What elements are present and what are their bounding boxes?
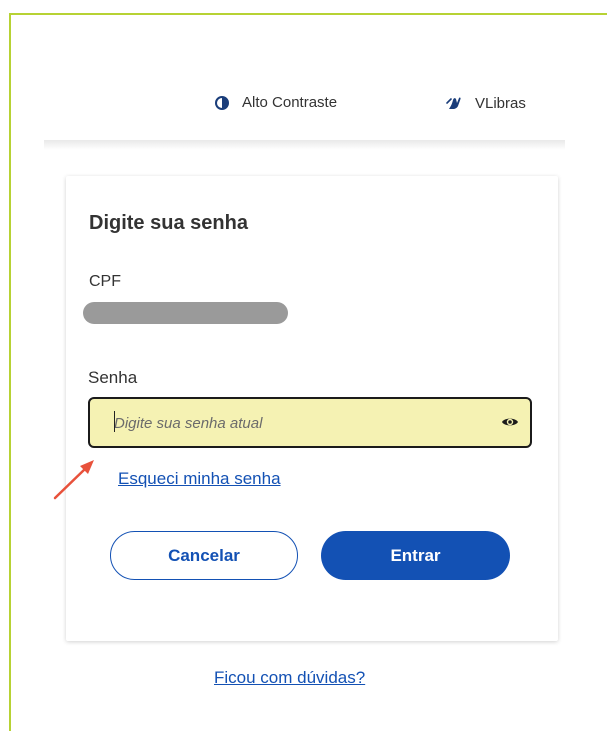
- vlibras-toggle[interactable]: VLibras: [445, 94, 526, 112]
- contrast-icon: [215, 95, 229, 110]
- login-card: Digite sua senha CPF Senha Esqueci minha…: [66, 176, 558, 641]
- cancel-button[interactable]: Cancelar: [110, 531, 298, 580]
- password-field[interactable]: [88, 397, 532, 448]
- password-label: Senha: [88, 368, 138, 387]
- password-input[interactable]: [114, 412, 494, 434]
- text-cursor: [114, 411, 115, 432]
- enter-button[interactable]: Entrar: [321, 531, 510, 580]
- help-link[interactable]: Ficou com dúvidas?: [214, 668, 365, 688]
- page-title: Digite sua senha: [89, 212, 248, 234]
- sign-language-hand-icon: [445, 94, 463, 112]
- high-contrast-toggle[interactable]: Alto Contraste: [215, 94, 337, 111]
- header-divider: [44, 140, 565, 150]
- forgot-password-link[interactable]: Esqueci minha senha: [118, 469, 281, 489]
- eye-icon[interactable]: [501, 415, 519, 429]
- annotation-arrow: [53, 460, 94, 500]
- cpf-value-redacted: [83, 302, 288, 324]
- accessibility-bar: Alto Contraste VLibras: [44, 85, 565, 125]
- vlibras-label: VLibras: [475, 94, 526, 112]
- high-contrast-label: Alto Contraste: [242, 94, 338, 111]
- cpf-label: CPF: [89, 273, 121, 290]
